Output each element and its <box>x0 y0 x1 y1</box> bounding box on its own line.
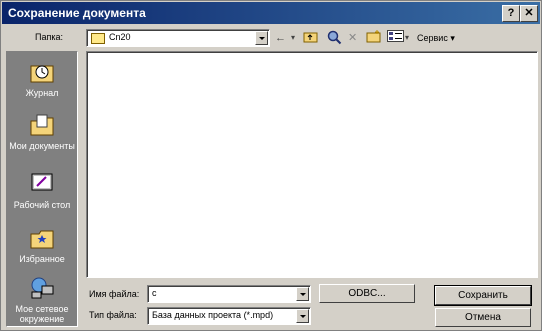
cancel-button[interactable]: Отмена <box>435 308 531 327</box>
place-favorites-label: Избранное <box>19 254 65 264</box>
network-icon <box>29 276 55 300</box>
place-network[interactable]: Мое сетевое окружение <box>7 270 77 324</box>
search-web-icon[interactable] <box>327 30 342 46</box>
place-network-label: Мое сетевое окружение <box>15 304 69 324</box>
places-bar: Журнал Мои документы Рабочий стол Избран… <box>6 51 78 327</box>
up-folder-icon[interactable] <box>303 30 318 46</box>
my-documents-icon <box>29 113 55 137</box>
place-history-label: Журнал <box>25 88 59 98</box>
filename-input[interactable]: c <box>147 285 311 303</box>
folder-value: Cn20 <box>109 32 131 42</box>
close-button[interactable]: ✕ <box>520 5 538 22</box>
service-label: Сервис <box>417 33 448 43</box>
place-desktop[interactable]: Рабочий стол <box>7 166 77 210</box>
desktop-icon <box>29 172 55 196</box>
filetype-dropdown-button[interactable] <box>296 309 309 323</box>
help-button[interactable]: ? <box>502 5 520 22</box>
filename-value: c <box>152 288 157 298</box>
save-button[interactable]: Сохранить <box>434 285 532 306</box>
filename-label: Имя файла: <box>89 289 140 299</box>
title-bar[interactable]: Сохранение документа ? ✕ <box>2 2 540 24</box>
views-dropdown-icon[interactable]: ▾ <box>405 30 409 46</box>
back-icon[interactable]: ← <box>275 30 286 46</box>
filetype-label: Тип файла: <box>89 310 137 320</box>
place-desktop-label: Рабочий стол <box>13 200 71 210</box>
save-dialog: Сохранение документа ? ✕ Папка: Cn20 ← ▾… <box>0 0 542 331</box>
history-icon <box>29 60 55 84</box>
folder-label: Папка: <box>35 32 63 42</box>
views-icon[interactable] <box>387 30 404 46</box>
service-menu[interactable]: Сервис ▾ <box>417 30 455 46</box>
place-favorites[interactable]: Избранное <box>7 220 77 264</box>
folder-combo[interactable]: Cn20 <box>86 29 270 47</box>
new-folder-icon[interactable] <box>366 30 381 46</box>
file-list[interactable] <box>86 51 538 278</box>
favorites-icon <box>29 226 55 250</box>
filename-dropdown-button[interactable] <box>296 287 309 301</box>
delete-icon[interactable]: ✕ <box>348 30 357 46</box>
place-history[interactable]: Журнал <box>7 54 77 98</box>
place-my-documents-label: Мои документы <box>9 141 75 151</box>
filetype-value: База данных проекта (*.mpd) <box>152 310 274 320</box>
folder-icon <box>91 33 105 44</box>
place-my-documents[interactable]: Мои документы <box>7 107 77 151</box>
window-title: Сохранение документа <box>8 6 146 20</box>
odbc-button[interactable]: ODBC... <box>319 284 415 303</box>
folder-dropdown-button[interactable] <box>255 31 268 45</box>
back-dropdown-icon[interactable]: ▾ <box>291 30 295 46</box>
filetype-select[interactable]: База данных проекта (*.mpd) <box>147 307 311 325</box>
